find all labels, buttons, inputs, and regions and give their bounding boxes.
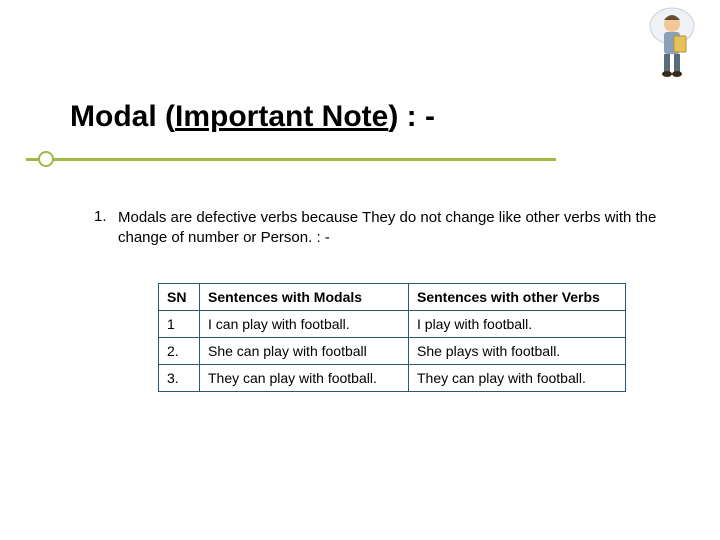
table-row: 1 I can play with football. I play with …: [159, 311, 626, 338]
cell-modals: I can play with football.: [200, 311, 409, 338]
title-underline: Important Note: [175, 100, 388, 133]
title-pre: Modal (: [70, 100, 175, 133]
header-sn: SN: [159, 284, 200, 311]
cell-sn: 2.: [159, 338, 200, 365]
body-text: Modals are defective verbs because They …: [118, 208, 674, 249]
mascot-image: [644, 6, 700, 78]
title-rule: [26, 158, 556, 161]
table-row: 2. She can play with football She plays …: [159, 338, 626, 365]
cell-modals: She can play with football: [200, 338, 409, 365]
slide-title: Modal (Important Note) : -: [70, 100, 435, 134]
examples-table: SN Sentences with Modals Sentences with …: [158, 283, 626, 392]
list-number: 1.: [94, 208, 107, 225]
title-post: ) : -: [388, 100, 435, 133]
header-other: Sentences with other Verbs: [409, 284, 626, 311]
title-rule-dot: [38, 151, 54, 167]
header-modals: Sentences with Modals: [200, 284, 409, 311]
table-header-row: SN Sentences with Modals Sentences with …: [159, 284, 626, 311]
cell-other: She plays with football.: [409, 338, 626, 365]
cell-sn: 3.: [159, 365, 200, 392]
cell-other: I play with football.: [409, 311, 626, 338]
slide: Modal (Important Note) : - 1. Modals are…: [0, 0, 720, 540]
table-row: 3. They can play with football. They can…: [159, 365, 626, 392]
cell-other: They can play with football.: [409, 365, 626, 392]
cell-modals: They can play with football.: [200, 365, 409, 392]
cell-sn: 1: [159, 311, 200, 338]
